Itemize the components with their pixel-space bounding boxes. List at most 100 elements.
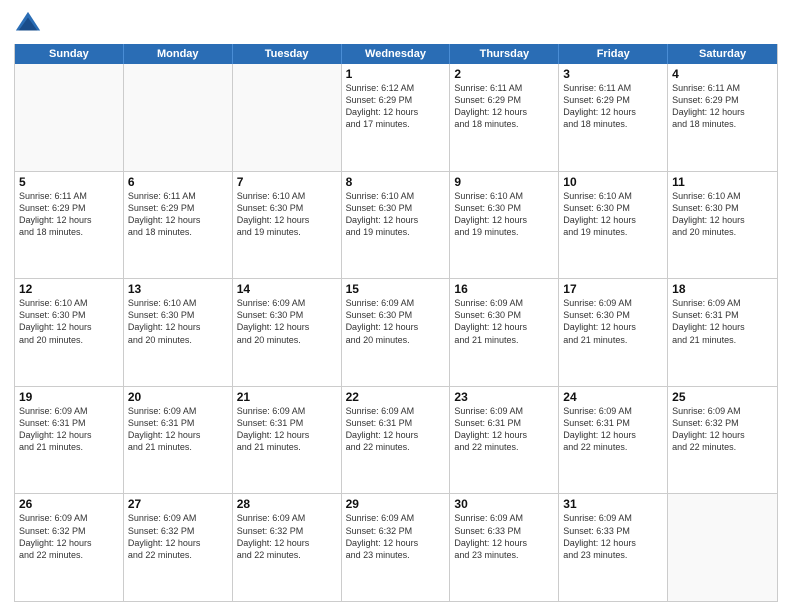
- cell-info: Sunrise: 6:11 AM Sunset: 6:29 PM Dayligh…: [19, 190, 119, 239]
- calendar-week: 19 Sunrise: 6:09 AM Sunset: 6:31 PM Dayli…: [15, 387, 777, 495]
- day-number: 9: [454, 175, 554, 189]
- calendar-cell: 20Sunrise: 6:09 AM Sunset: 6:31 PM Dayli…: [124, 387, 233, 494]
- cell-info: Sunrise: 6:10 AM Sunset: 6:30 PM Dayligh…: [19, 297, 119, 346]
- day-number: 16: [454, 282, 554, 296]
- cell-info: Sunrise: 6:11 AM Sunset: 6:29 PM Dayligh…: [563, 82, 663, 131]
- cell-info: Sunrise: 6:10 AM Sunset: 6:30 PM Dayligh…: [454, 190, 554, 239]
- cell-info: Sunrise: 6:09 AM Sunset: 6:32 PM Dayligh…: [237, 512, 337, 561]
- day-number: 28: [237, 497, 337, 511]
- calendar-cell: 4Sunrise: 6:11 AM Sunset: 6:29 PM Daylig…: [668, 64, 777, 171]
- cell-info: Sunrise: 6:11 AM Sunset: 6:29 PM Dayligh…: [128, 190, 228, 239]
- day-number: 3: [563, 67, 663, 81]
- weekday-header: Wednesday: [342, 44, 451, 64]
- day-number: 21: [237, 390, 337, 404]
- day-number: 11: [672, 175, 773, 189]
- cell-info: Sunrise: 6:09 AM Sunset: 6:33 PM Dayligh…: [563, 512, 663, 561]
- logo-icon: [14, 10, 42, 38]
- cell-info: Sunrise: 6:10 AM Sunset: 6:30 PM Dayligh…: [237, 190, 337, 239]
- cell-info: Sunrise: 6:09 AM Sunset: 6:33 PM Dayligh…: [454, 512, 554, 561]
- logo: [14, 10, 46, 38]
- weekday-header: Monday: [124, 44, 233, 64]
- calendar-cell: 1Sunrise: 6:12 AM Sunset: 6:29 PM Daylig…: [342, 64, 451, 171]
- day-number: 4: [672, 67, 773, 81]
- calendar-cell: 14Sunrise: 6:09 AM Sunset: 6:30 PM Dayli…: [233, 279, 342, 386]
- day-number: 24: [563, 390, 663, 404]
- day-number: 13: [128, 282, 228, 296]
- cell-info: Sunrise: 6:12 AM Sunset: 6:29 PM Dayligh…: [346, 82, 446, 131]
- weekday-header: Saturday: [668, 44, 777, 64]
- header: [14, 10, 778, 38]
- day-number: 8: [346, 175, 446, 189]
- calendar-cell: 6Sunrise: 6:11 AM Sunset: 6:29 PM Daylig…: [124, 172, 233, 279]
- calendar-cell: 11Sunrise: 6:10 AM Sunset: 6:30 PM Dayli…: [668, 172, 777, 279]
- calendar-cell: 27Sunrise: 6:09 AM Sunset: 6:32 PM Dayli…: [124, 494, 233, 601]
- calendar-cell: 22Sunrise: 6:09 AM Sunset: 6:31 PM Dayli…: [342, 387, 451, 494]
- calendar-week: 1Sunrise: 6:12 AM Sunset: 6:29 PM Daylig…: [15, 64, 777, 172]
- cell-info: Sunrise: 6:09 AM Sunset: 6:30 PM Dayligh…: [237, 297, 337, 346]
- day-number: 30: [454, 497, 554, 511]
- calendar-cell: 9Sunrise: 6:10 AM Sunset: 6:30 PM Daylig…: [450, 172, 559, 279]
- calendar-cell: 29Sunrise: 6:09 AM Sunset: 6:32 PM Dayli…: [342, 494, 451, 601]
- calendar-cell: 15Sunrise: 6:09 AM Sunset: 6:30 PM Dayli…: [342, 279, 451, 386]
- day-number: 12: [19, 282, 119, 296]
- day-number: 1: [346, 67, 446, 81]
- day-number: 19: [19, 390, 119, 404]
- cell-info: Sunrise: 6:09 AM Sunset: 6:31 PM Dayligh…: [672, 297, 773, 346]
- day-number: 6: [128, 175, 228, 189]
- weekday-header: Thursday: [450, 44, 559, 64]
- calendar-cell: [233, 64, 342, 171]
- day-number: 17: [563, 282, 663, 296]
- calendar-cell: 13Sunrise: 6:10 AM Sunset: 6:30 PM Dayli…: [124, 279, 233, 386]
- cell-info: Sunrise: 6:09 AM Sunset: 6:30 PM Dayligh…: [454, 297, 554, 346]
- cell-info: Sunrise: 6:09 AM Sunset: 6:32 PM Dayligh…: [128, 512, 228, 561]
- calendar-cell: 8Sunrise: 6:10 AM Sunset: 6:30 PM Daylig…: [342, 172, 451, 279]
- calendar-week: 5Sunrise: 6:11 AM Sunset: 6:29 PM Daylig…: [15, 172, 777, 280]
- calendar: SundayMondayTuesdayWednesdayThursdayFrid…: [14, 44, 778, 602]
- weekday-header: Sunday: [15, 44, 124, 64]
- calendar-cell: 18Sunrise: 6:09 AM Sunset: 6:31 PM Dayli…: [668, 279, 777, 386]
- calendar-week: 26Sunrise: 6:09 AM Sunset: 6:32 PM Dayli…: [15, 494, 777, 601]
- day-number: 25: [672, 390, 773, 404]
- weekday-header: Tuesday: [233, 44, 342, 64]
- calendar-cell: 10Sunrise: 6:10 AM Sunset: 6:30 PM Dayli…: [559, 172, 668, 279]
- calendar-cell: 19Sunrise: 6:09 AM Sunset: 6:31 PM Dayli…: [15, 387, 124, 494]
- day-number: 18: [672, 282, 773, 296]
- day-number: 7: [237, 175, 337, 189]
- cell-info: Sunrise: 6:09 AM Sunset: 6:31 PM Dayligh…: [237, 405, 337, 454]
- calendar-cell: 2Sunrise: 6:11 AM Sunset: 6:29 PM Daylig…: [450, 64, 559, 171]
- cell-info: Sunrise: 6:09 AM Sunset: 6:32 PM Dayligh…: [19, 512, 119, 561]
- calendar-cell: 17Sunrise: 6:09 AM Sunset: 6:30 PM Dayli…: [559, 279, 668, 386]
- day-number: 27: [128, 497, 228, 511]
- calendar-cell: 3Sunrise: 6:11 AM Sunset: 6:29 PM Daylig…: [559, 64, 668, 171]
- cell-info: Sunrise: 6:09 AM Sunset: 6:30 PM Dayligh…: [346, 297, 446, 346]
- weekday-header: Friday: [559, 44, 668, 64]
- calendar-week: 12Sunrise: 6:10 AM Sunset: 6:30 PM Dayli…: [15, 279, 777, 387]
- cell-info: Sunrise: 6:09 AM Sunset: 6:32 PM Dayligh…: [672, 405, 773, 454]
- calendar-cell: 21Sunrise: 6:09 AM Sunset: 6:31 PM Dayli…: [233, 387, 342, 494]
- day-number: 31: [563, 497, 663, 511]
- calendar-cell: [668, 494, 777, 601]
- day-number: 22: [346, 390, 446, 404]
- calendar-cell: 28Sunrise: 6:09 AM Sunset: 6:32 PM Dayli…: [233, 494, 342, 601]
- calendar-cell: 31Sunrise: 6:09 AM Sunset: 6:33 PM Dayli…: [559, 494, 668, 601]
- day-number: 10: [563, 175, 663, 189]
- calendar-cell: 16Sunrise: 6:09 AM Sunset: 6:30 PM Dayli…: [450, 279, 559, 386]
- calendar-cell: 23Sunrise: 6:09 AM Sunset: 6:31 PM Dayli…: [450, 387, 559, 494]
- cell-info: Sunrise: 6:09 AM Sunset: 6:31 PM Dayligh…: [563, 405, 663, 454]
- cell-info: Sunrise: 6:11 AM Sunset: 6:29 PM Dayligh…: [672, 82, 773, 131]
- day-number: 2: [454, 67, 554, 81]
- cell-info: Sunrise: 6:10 AM Sunset: 6:30 PM Dayligh…: [672, 190, 773, 239]
- cell-info: Sunrise: 6:10 AM Sunset: 6:30 PM Dayligh…: [346, 190, 446, 239]
- calendar-cell: [15, 64, 124, 171]
- cell-info: Sunrise: 6:09 AM Sunset: 6:31 PM Dayligh…: [128, 405, 228, 454]
- page: SundayMondayTuesdayWednesdayThursdayFrid…: [0, 0, 792, 612]
- cell-info: Sunrise: 6:09 AM Sunset: 6:31 PM Dayligh…: [346, 405, 446, 454]
- day-number: 23: [454, 390, 554, 404]
- calendar-cell: 25Sunrise: 6:09 AM Sunset: 6:32 PM Dayli…: [668, 387, 777, 494]
- day-number: 29: [346, 497, 446, 511]
- calendar-cell: 7Sunrise: 6:10 AM Sunset: 6:30 PM Daylig…: [233, 172, 342, 279]
- cell-info: Sunrise: 6:09 AM Sunset: 6:32 PM Dayligh…: [346, 512, 446, 561]
- cell-info: Sunrise: 6:10 AM Sunset: 6:30 PM Dayligh…: [563, 190, 663, 239]
- calendar-header: SundayMondayTuesdayWednesdayThursdayFrid…: [15, 44, 777, 64]
- calendar-cell: [124, 64, 233, 171]
